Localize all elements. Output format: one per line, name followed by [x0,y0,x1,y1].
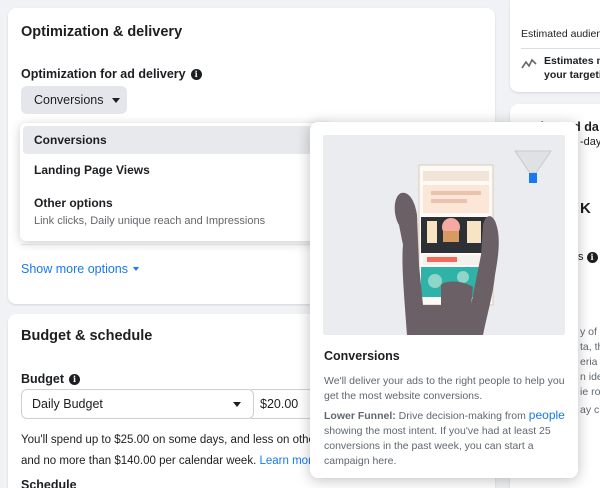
budget-note-line: and no more than $140.00 per calendar we… [21,451,321,472]
funnel-text: showing the most intent. If you've had a… [324,425,551,467]
optimization-dropdown-value: Conversions [34,93,104,107]
info-icon[interactable]: i [586,251,598,263]
fragment-text: ie ros [580,386,600,398]
daily-results-subtitle: -day [580,136,600,148]
info-icon[interactable]: i [190,68,202,80]
budget-type-value: Daily Budget [32,397,103,411]
estimated-audience-card: Estimated audienc Estimates m your targe… [510,0,600,92]
fragment-text: n idea [580,371,600,383]
reach-label-text: s [578,251,584,263]
divider [521,48,600,49]
budget-note-line: You'll spend up to $25.00 on some days, … [21,434,358,446]
popover-title: Conversions [324,349,400,363]
funnel-label: Lower Funnel: [324,410,396,422]
menu-item-label: Landing Page Views [34,163,150,177]
reach-value: K [580,200,591,217]
budget-title: Budget & schedule [21,328,153,344]
chevron-down-icon [133,267,140,271]
budget-type-select[interactable]: Daily Budget [21,389,254,419]
popover-description: We'll deliver your ads to the right peop… [324,375,565,402]
optimization-dropdown[interactable]: Conversions [21,86,127,114]
popover-funnel-text: Lower Funnel: Drive decision-making from… [324,408,566,469]
fragment-text: y of e [580,326,600,338]
chevron-down-icon [112,97,121,103]
show-more-label: Show more options [21,262,129,276]
menu-item-other-options[interactable]: Other options Link clicks, Daily unique … [23,189,327,233]
budget-field-label: Budget i [21,372,81,386]
chevron-down-icon [233,402,241,407]
trend-icon [521,58,537,69]
budget-note: You'll spend up to $25.00 on some days, … [21,430,358,472]
conversions-info-popover: Conversions We'll deliver your ads to th… [310,122,578,478]
audience-label: Estimated audienc [521,28,600,40]
estimate-note-line2: your targetin [544,69,600,81]
menu-item-label: Conversions [34,133,107,147]
info-icon[interactable]: i [69,373,81,385]
funnel-icon [529,173,537,183]
menu-item-conversions[interactable]: Conversions [23,126,327,154]
show-more-options-link[interactable]: Show more options [21,262,140,276]
budget-label-text: Budget [21,372,65,386]
menu-item-landing-page-views[interactable]: Landing Page Views [23,156,327,184]
budget-note-text: and no more than $140.00 per calendar we… [21,455,257,467]
menu-item-label: Other options [34,195,113,210]
optimization-field-label: Optimization for ad delivery i [21,67,202,81]
optimization-title: Optimization & delivery [21,24,183,40]
hand-phone-illustration [394,150,552,335]
fragment-text: ta, th [580,341,600,353]
menu-item-description: Link clicks, Daily unique reach and Impr… [34,214,266,227]
conversions-illustration [323,135,565,335]
people-link[interactable]: people [529,408,565,422]
estimate-note-line1: Estimates m [544,55,600,67]
fragment-text: eria a [580,356,600,368]
funnel-text: Drive decision-making from [395,410,529,422]
optimization-menu: Conversions Landing Page Views Other opt… [20,123,330,241]
optimization-label-text: Optimization for ad delivery [21,67,186,81]
budget-amount-value: $20.00 [260,397,299,411]
fragment-text: ay ch [580,404,600,416]
reach-label: s i [578,251,598,263]
schedule-label: Schedule [21,478,77,488]
